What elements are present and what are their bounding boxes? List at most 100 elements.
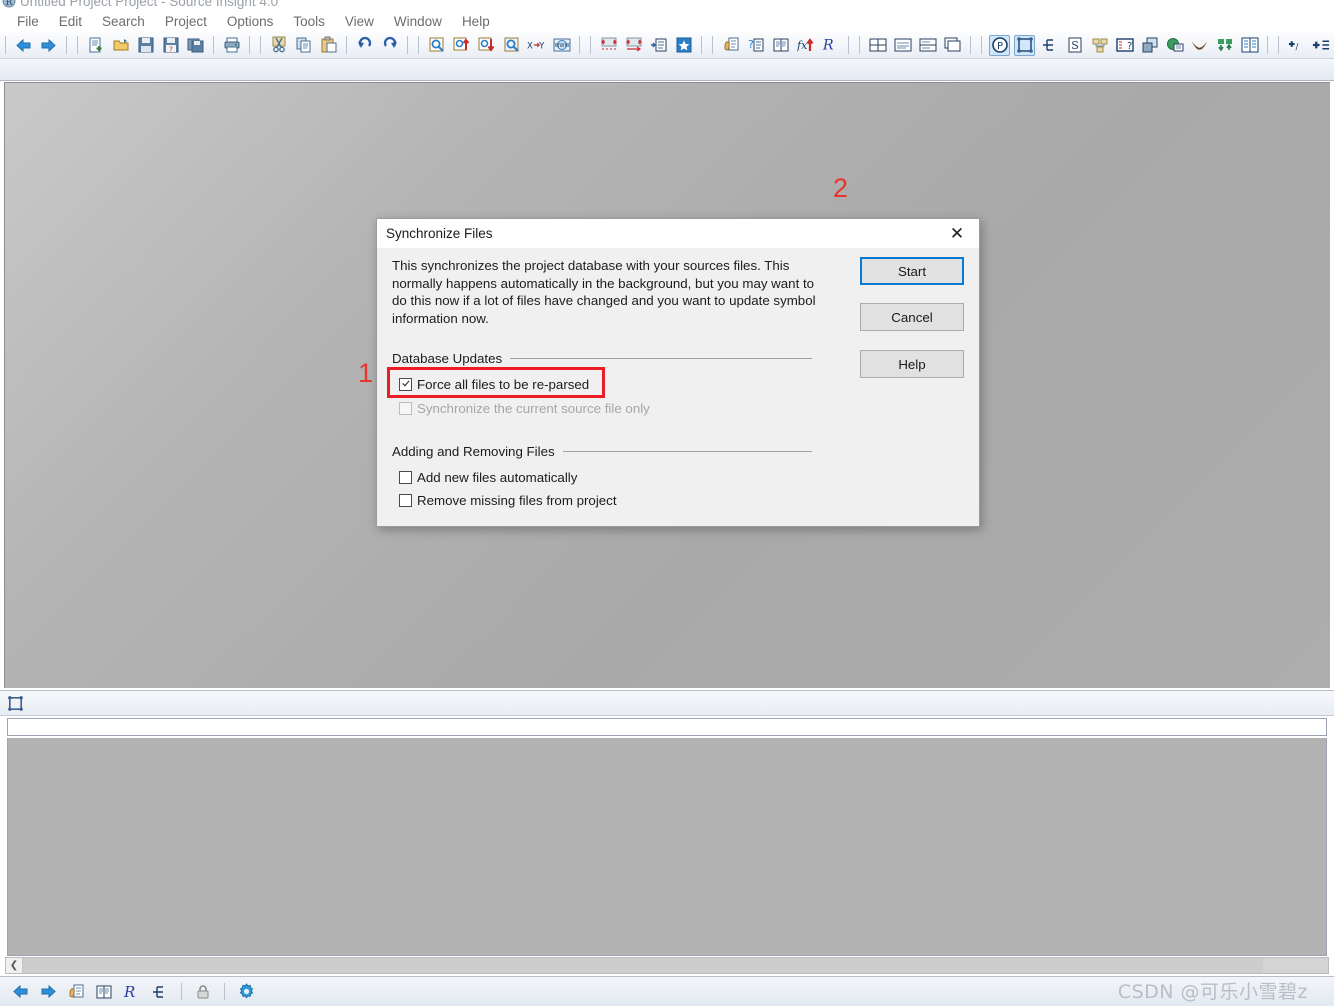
horizontal-scrollbar[interactable]: ❮ <box>5 957 1329 974</box>
toolbar-separator <box>260 36 261 54</box>
undo-icon[interactable] <box>354 35 375 56</box>
relation-window-icon[interactable] <box>1089 35 1110 56</box>
open-folder-icon[interactable] <box>110 35 131 56</box>
search-down-icon[interactable] <box>476 35 497 56</box>
checkbox-box[interactable] <box>399 378 412 391</box>
toolbar-separator <box>5 36 6 54</box>
add-item-icon[interactable] <box>1311 35 1332 56</box>
tile-horizontal-icon[interactable] <box>867 35 888 56</box>
context-window-icon[interactable] <box>720 35 741 56</box>
svg-text:P: P <box>996 41 1002 52</box>
menu-item-project[interactable]: Project <box>155 12 217 32</box>
redo-icon[interactable] <box>379 35 400 56</box>
group-adding-removing-files: Adding and Removing Files <box>392 444 812 459</box>
panel-view-icon[interactable] <box>5 693 25 713</box>
replace-xy-icon[interactable]: XY <box>526 35 547 56</box>
checkbox-label: Synchronize the current source file only <box>417 401 650 416</box>
toolbar-separator <box>712 36 713 54</box>
svg-text:R: R <box>822 38 834 54</box>
group-label: Database Updates <box>392 351 503 366</box>
symbol-tree-icon[interactable] <box>148 980 172 1004</box>
source-insight-logo-icon[interactable]: R <box>120 980 144 1004</box>
gear-icon[interactable] <box>234 980 258 1004</box>
svg-text:R: R <box>6 0 13 8</box>
lock-icon[interactable] <box>191 980 215 1004</box>
menubar: File Edit Search Project Options Tools V… <box>0 12 1334 32</box>
svg-text:Y: Y <box>538 41 545 51</box>
cancel-button[interactable]: Cancel <box>860 303 964 331</box>
close-icon[interactable]: ✕ <box>935 220 979 248</box>
project-window-icon[interactable]: P <box>989 34 1010 56</box>
forward-arrow-icon[interactable] <box>36 980 60 1004</box>
add-remove-icon[interactable]: / <box>1286 35 1307 56</box>
start-button[interactable]: Start <box>860 257 964 285</box>
checkbox-box[interactable] <box>399 494 412 507</box>
menu-item-window[interactable]: Window <box>384 12 452 32</box>
browse-globals-icon[interactable] <box>1164 35 1185 56</box>
context-info-icon[interactable]: ? <box>1114 35 1135 56</box>
dialog-titlebar: Synchronize Files ✕ <box>377 219 979 248</box>
file-list-icon[interactable] <box>1239 35 1260 56</box>
application-window: R Untitled Project Project - Source Insi… <box>0 0 1334 1006</box>
bookmark-icon[interactable] <box>673 35 694 56</box>
go-to-line-icon[interactable] <box>648 35 669 56</box>
cut-icon[interactable] <box>268 35 289 56</box>
toolbar-separator <box>848 36 849 54</box>
annotation-step-2: 2 <box>833 173 849 203</box>
call-graph-icon[interactable] <box>1139 35 1160 56</box>
dialog-description: This synchronizes the project database w… <box>392 258 816 326</box>
reference-book-icon[interactable] <box>770 35 791 56</box>
web-lookup-icon[interactable]: WWW <box>551 35 572 56</box>
symbol-tree-icon[interactable] <box>1039 35 1060 56</box>
main-toolbar: ? X Y WWW ? fx R P S ? / <box>0 32 1334 59</box>
save-icon[interactable] <box>135 35 156 56</box>
save-all-icon[interactable] <box>185 35 206 56</box>
reference-book-icon[interactable] <box>92 980 116 1004</box>
smart-rename-icon[interactable]: S <box>1064 35 1085 56</box>
copy-icon[interactable] <box>293 35 314 56</box>
function-up-icon[interactable]: fx <box>795 35 816 56</box>
svg-text:R: R <box>123 983 135 1001</box>
svg-text:?: ? <box>748 38 754 51</box>
menu-item-view[interactable]: View <box>335 12 384 32</box>
back-arrow-icon[interactable] <box>8 980 32 1004</box>
help-button[interactable]: Help <box>860 350 964 378</box>
print-icon[interactable] <box>221 35 242 56</box>
menu-item-file[interactable]: File <box>7 12 49 32</box>
menu-item-tools[interactable]: Tools <box>283 12 335 32</box>
menu-item-search[interactable]: Search <box>92 12 155 32</box>
back-arrow-icon[interactable] <box>13 35 34 56</box>
scroll-left-button[interactable]: ❮ <box>6 958 23 973</box>
checkbox-force-reparse[interactable]: Force all files to be re-parsed <box>399 377 589 392</box>
source-insight-logo-icon[interactable]: R <box>820 35 841 56</box>
panel-toggle-icon[interactable] <box>1014 34 1035 56</box>
new-file-icon[interactable] <box>85 35 106 56</box>
toolbar-separator <box>859 36 860 54</box>
scrollbar-thumb[interactable] <box>23 958 1263 973</box>
svg-text:?: ? <box>1127 41 1132 52</box>
sync-files-icon[interactable] <box>1214 35 1235 56</box>
svg-text:?: ? <box>169 46 173 54</box>
save-as-icon[interactable]: ? <box>160 35 181 56</box>
bird-icon[interactable] <box>1189 35 1210 56</box>
toolbar-separator <box>77 36 78 54</box>
menu-item-edit[interactable]: Edit <box>49 12 92 32</box>
checkbox-add-new-files[interactable]: Add new files automatically <box>399 470 577 485</box>
cascade-windows-icon[interactable] <box>942 35 963 56</box>
panel-search-input[interactable] <box>7 718 1327 736</box>
search-up-icon[interactable] <box>451 35 472 56</box>
tile-split-icon[interactable] <box>917 35 938 56</box>
indent-left-icon[interactable] <box>598 35 619 56</box>
checkbox-box[interactable] <box>399 471 412 484</box>
search-icon[interactable] <box>426 35 447 56</box>
menu-item-help[interactable]: Help <box>452 12 500 32</box>
tile-single-icon[interactable] <box>892 35 913 56</box>
context-window-icon[interactable] <box>64 980 88 1004</box>
forward-arrow-icon[interactable] <box>38 35 59 56</box>
search-files-icon[interactable] <box>501 35 522 56</box>
paste-icon[interactable] <box>318 35 339 56</box>
menu-item-options[interactable]: Options <box>217 12 284 32</box>
symbol-info-icon[interactable]: ? <box>745 35 766 56</box>
checkbox-remove-missing-files[interactable]: Remove missing files from project <box>399 493 617 508</box>
indent-right-icon[interactable] <box>623 35 644 56</box>
